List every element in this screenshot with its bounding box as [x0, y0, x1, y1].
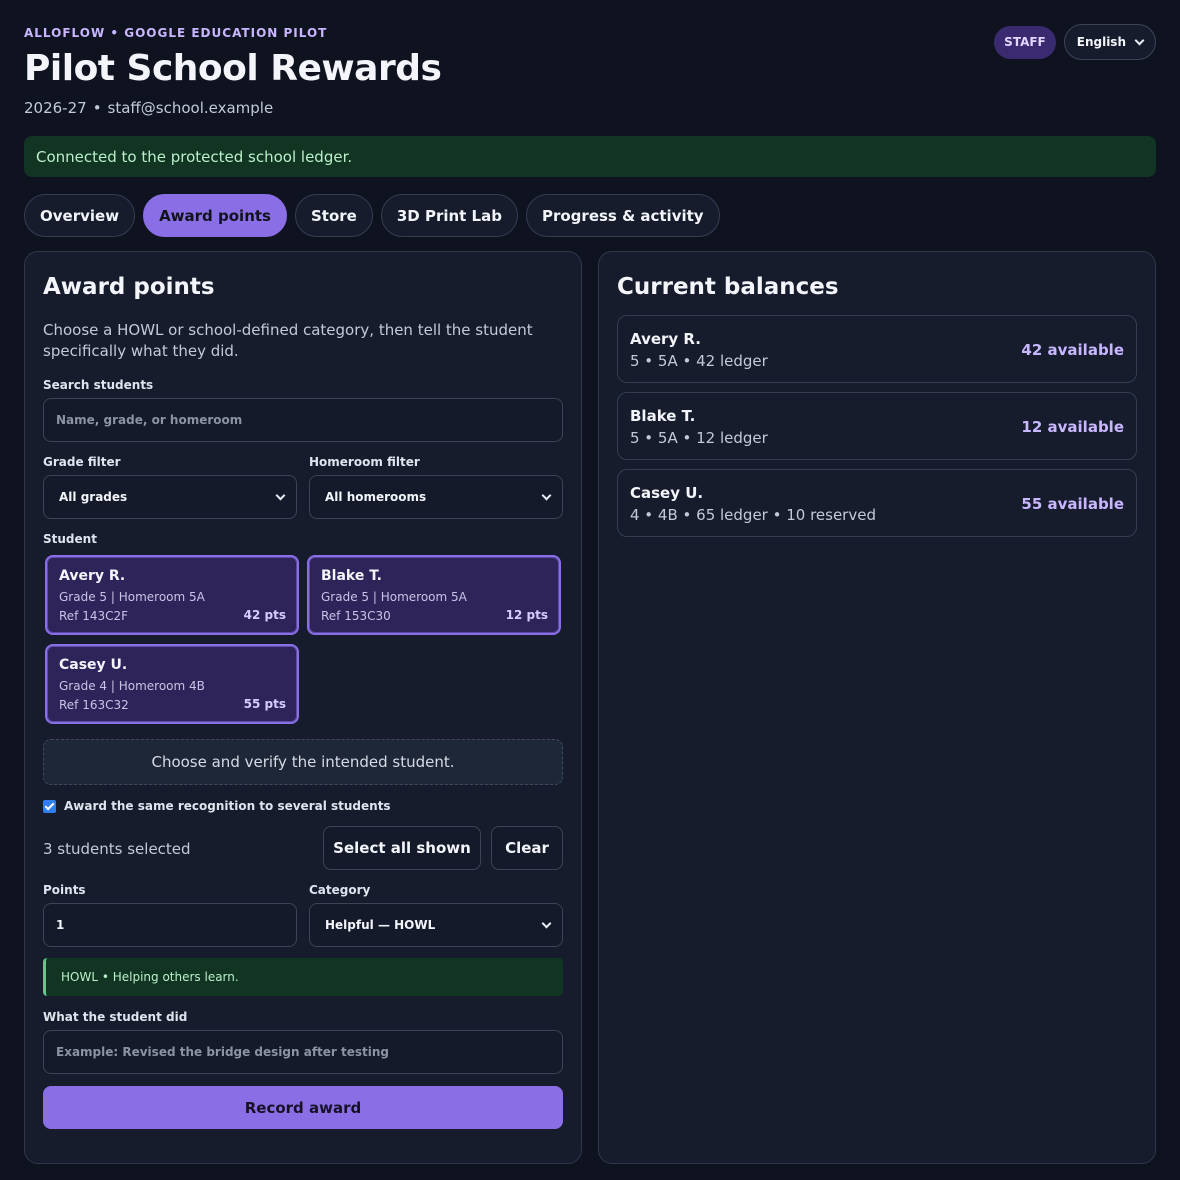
- award-intro: Choose a HOWL or school-defined category…: [43, 321, 533, 360]
- verify-text: Choose and verify the intended student.: [151, 753, 455, 771]
- student-name: Blake T.: [321, 568, 382, 584]
- record-award-button[interactable]: Record award: [43, 1086, 563, 1129]
- award-points-panel: Award points Choose a HOWL or school-def…: [24, 251, 582, 1164]
- what-did-placeholder: Example: Revised the bridge design after…: [56, 1045, 390, 1059]
- category-description: HOWL • Helping others learn.: [43, 958, 563, 996]
- student-meta: Grade 5 | Homeroom 5A: [59, 590, 205, 604]
- points-value: 1: [56, 918, 65, 932]
- language-value: English: [1076, 35, 1126, 49]
- grade-filter-label: Grade filter: [43, 455, 121, 469]
- grade-filter-select[interactable]: All grades: [43, 475, 297, 519]
- student-name: Avery R.: [59, 568, 126, 584]
- category-select[interactable]: Helpful — HOWL: [309, 903, 563, 947]
- subtitle-separator: •: [92, 99, 102, 117]
- student-points: 42 pts: [243, 608, 286, 622]
- points-label: Points: [43, 883, 86, 897]
- current-balances-panel: Current balances Avery R. 5 • 5A • 42 le…: [598, 251, 1156, 1164]
- chevron-down-icon: [541, 490, 552, 500]
- student-points: 12 pts: [505, 608, 548, 622]
- tab-overview[interactable]: Overview: [24, 194, 136, 237]
- homeroom-filter-label: Homeroom filter: [309, 455, 420, 469]
- balances-title: Current balances: [617, 274, 839, 300]
- category-description-text: HOWL • Helping others learn.: [61, 970, 239, 984]
- subtitle: 2026-27 • staff@school.example: [24, 99, 273, 117]
- role-badge: STAFF: [994, 25, 1056, 59]
- page-title: Pilot School Rewards: [24, 48, 442, 89]
- chevron-down-icon: [275, 490, 286, 500]
- category-label: Category: [309, 883, 371, 897]
- what-did-input[interactable]: Example: Revised the bridge design after…: [43, 1030, 563, 1074]
- user-email: staff@school.example: [107, 99, 274, 117]
- student-card-avery[interactable]: Avery R. Grade 5 | Homeroom 5A Ref 143C2…: [45, 555, 299, 635]
- search-input[interactable]: Name, grade, or homeroom: [43, 398, 563, 442]
- balance-available: 12 available: [1021, 418, 1124, 436]
- search-placeholder: Name, grade, or homeroom: [56, 413, 243, 427]
- points-input[interactable]: 1: [43, 903, 297, 947]
- student-label: Student: [43, 532, 97, 546]
- tab-store[interactable]: Store: [294, 194, 373, 237]
- homeroom-filter-select[interactable]: All homerooms: [309, 475, 563, 519]
- student-meta: Grade 4 | Homeroom 4B: [59, 679, 205, 693]
- verify-student-notice: Choose and verify the intended student.: [43, 739, 563, 785]
- school-year: 2026-27: [24, 99, 87, 117]
- student-card-casey[interactable]: Casey U. Grade 4 | Homeroom 4B Ref 163C3…: [45, 644, 299, 724]
- category-value: Helpful — HOWL: [325, 918, 436, 932]
- tab-award-points[interactable]: Award points: [143, 194, 287, 237]
- student-meta: Grade 5 | Homeroom 5A: [321, 590, 467, 604]
- balance-card-avery: Avery R. 5 • 5A • 42 ledger 42 available: [617, 315, 1137, 383]
- header-controls: STAFF English: [994, 24, 1156, 60]
- grade-filter-value: All grades: [59, 490, 128, 504]
- tab-bar: Overview Award points Store 3D Print Lab…: [24, 194, 720, 237]
- banner-text: Connected to the protected school ledger…: [36, 147, 353, 166]
- student-points: 55 pts: [243, 697, 286, 711]
- clear-button[interactable]: Clear: [491, 826, 563, 870]
- what-did-label: What the student did: [43, 1010, 188, 1024]
- balance-available: 55 available: [1021, 495, 1124, 513]
- selected-count: 3 students selected: [43, 840, 191, 858]
- multi-award-toggle[interactable]: Award the same recognition to several st…: [43, 799, 391, 813]
- tab-progress-activity[interactable]: Progress & activity: [525, 194, 720, 237]
- chevron-down-icon: [1134, 35, 1145, 45]
- select-all-button[interactable]: Select all shown: [323, 826, 481, 870]
- connection-banner: Connected to the protected school ledger…: [24, 136, 1156, 177]
- eyebrow: ALLOFLOW • GOOGLE EDUCATION PILOT: [24, 26, 328, 40]
- balance-card-casey: Casey U. 4 • 4B • 65 ledger • 10 reserve…: [617, 469, 1137, 537]
- balance-card-blake: Blake T. 5 • 5A • 12 ledger 12 available: [617, 392, 1137, 460]
- student-name: Casey U.: [59, 657, 128, 673]
- multi-award-label: Award the same recognition to several st…: [64, 799, 391, 813]
- student-card-blake[interactable]: Blake T. Grade 5 | Homeroom 5A Ref 153C3…: [307, 555, 561, 635]
- search-label: Search students: [43, 378, 154, 392]
- balance-available: 42 available: [1021, 341, 1124, 359]
- homeroom-filter-value: All homerooms: [325, 490, 427, 504]
- multi-award-checkbox[interactable]: [43, 799, 56, 813]
- chevron-down-icon: [541, 918, 552, 928]
- tab-3d-print-lab[interactable]: 3D Print Lab: [380, 194, 518, 237]
- award-title: Award points: [43, 274, 215, 300]
- language-select[interactable]: English: [1063, 24, 1156, 60]
